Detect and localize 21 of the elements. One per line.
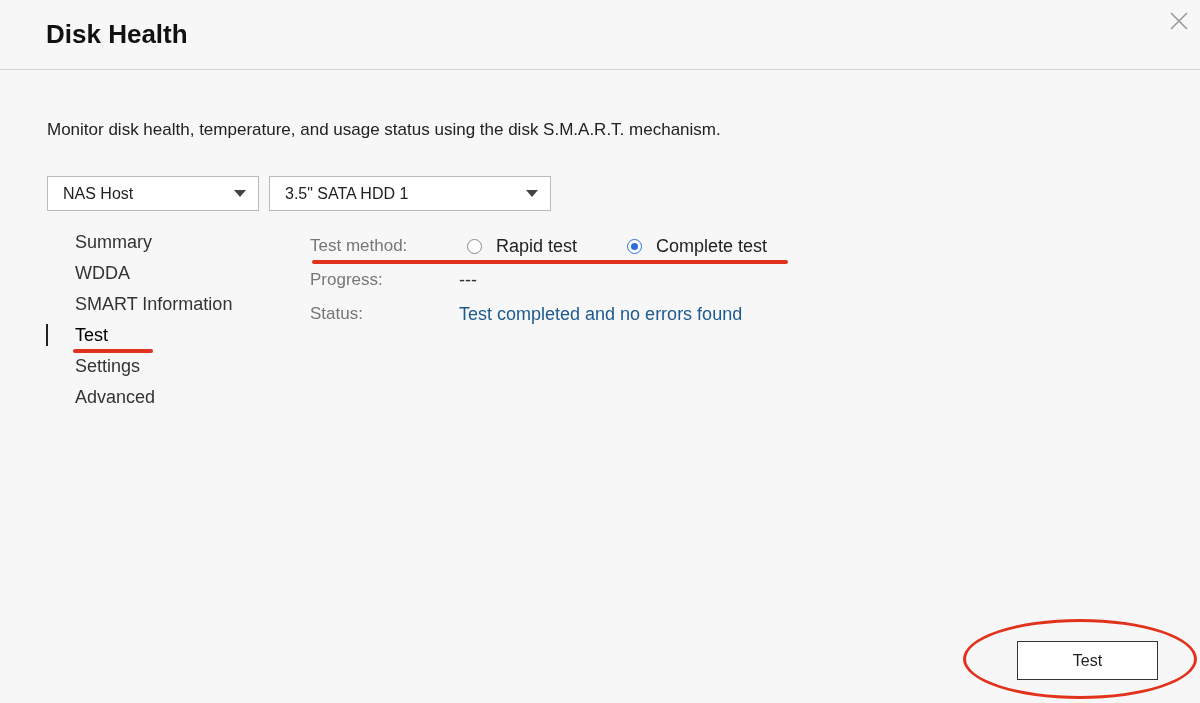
progress-value: --- bbox=[459, 269, 477, 291]
sidebar-item[interactable]: Summary bbox=[46, 231, 310, 253]
test-button[interactable]: Test bbox=[1017, 641, 1158, 680]
field-label: Progress: bbox=[310, 270, 384, 290]
status-value: Test completed and no errors found bbox=[459, 303, 743, 325]
caret-icon bbox=[526, 190, 538, 197]
sidebar-item[interactable]: SMART Information bbox=[46, 293, 310, 315]
sidebar-item[interactable]: Test bbox=[46, 324, 310, 346]
sidebar-item[interactable]: Advanced bbox=[46, 386, 310, 408]
dropdown[interactable]: NAS Host bbox=[47, 176, 259, 211]
sidebar-item[interactable]: WDDA bbox=[46, 262, 310, 284]
field-label: Status: bbox=[310, 304, 364, 324]
caret-icon bbox=[234, 190, 246, 197]
window-title: Disk Health bbox=[46, 19, 188, 50]
sidebar-item[interactable]: Settings bbox=[46, 355, 310, 377]
field-label: Test method: bbox=[310, 236, 409, 256]
radio-option[interactable]: Complete test bbox=[627, 235, 768, 257]
description-text: Monitor disk health, temperature, and usage status using the disk S.M.A.R.T. mechanism. bbox=[47, 120, 722, 140]
dropdown[interactable]: 3.5" SATA HDD 1 bbox=[269, 176, 551, 211]
close-icon[interactable] bbox=[1170, 12, 1188, 30]
radio-option[interactable]: Rapid test bbox=[467, 235, 578, 257]
